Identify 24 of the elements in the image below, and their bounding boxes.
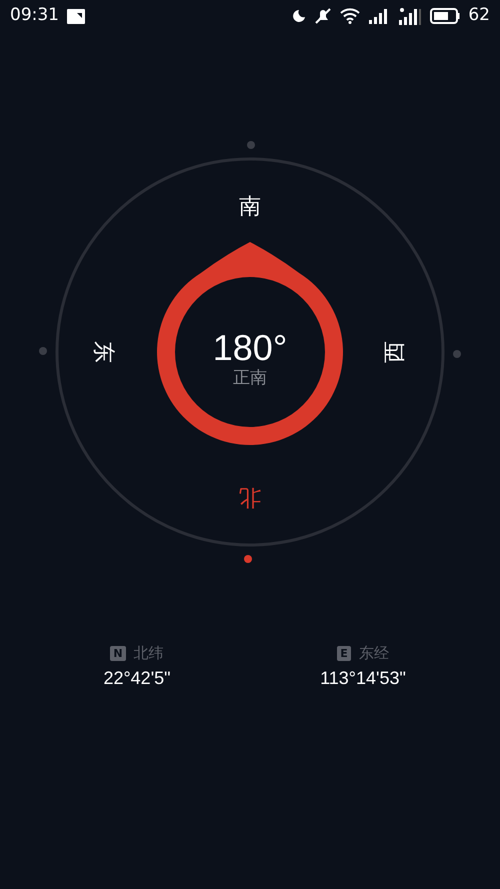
picture-icon [67,8,85,24]
signal-icon [398,7,422,25]
direction-label: 北 [239,484,261,510]
tick-dot [39,347,47,355]
direction-label: 西 [382,341,408,363]
coordinate-label: 东经 [358,643,389,664]
coordinate-badge: N [110,646,126,661]
muted-bell-icon [314,7,332,25]
moon-icon [292,9,306,23]
direction-label: 南 [239,194,261,220]
coordinate-label: 北纬 [134,643,164,664]
coordinate-badge: E [337,646,351,661]
wifi-icon [340,8,360,24]
coordinate-value: 113°14'53" [320,666,406,690]
heading-degrees: 180° [212,327,288,368]
tick-dot [453,350,461,358]
battery-percent: 62 [468,4,490,28]
direction-label: 东 [90,341,116,363]
clock-time: 09:31 [10,4,59,28]
direction-text: 正南 [233,368,267,388]
tick-dot [247,141,255,149]
north-dot [244,555,252,563]
battery-icon [430,8,460,24]
coordinate-value: 22°42'5" [103,666,171,690]
